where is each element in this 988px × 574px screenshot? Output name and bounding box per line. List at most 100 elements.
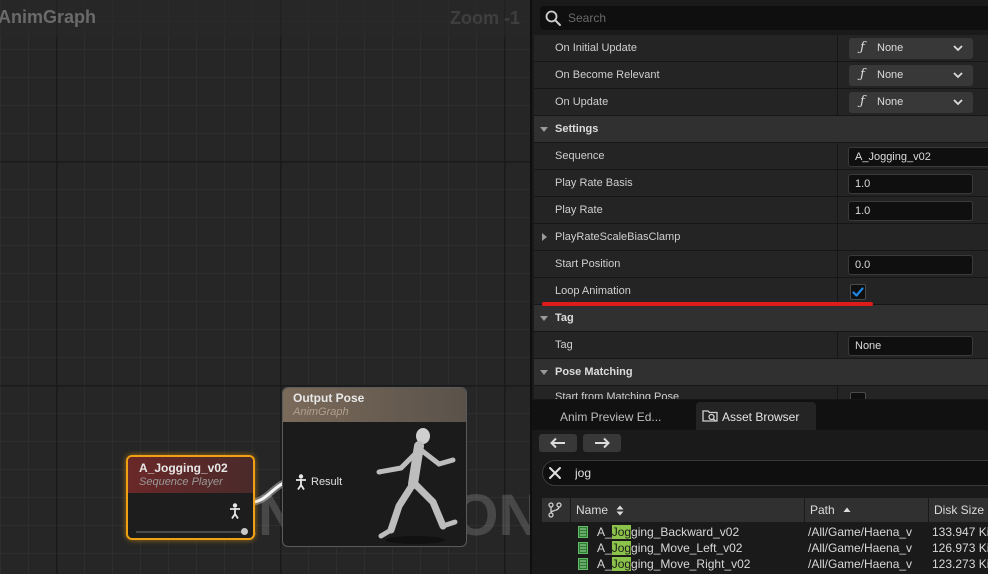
asset-row[interactable]: A_Jogging_Move_Left_v02 /All/Game/Haena_…	[542, 540, 988, 556]
column-type-toggle[interactable]	[542, 498, 568, 522]
result-pin-label: Result	[311, 476, 343, 488]
asset-filter-input[interactable]	[575, 465, 955, 481]
play-rate-field[interactable]: 1.0	[848, 201, 973, 221]
on-initial-update-dropdown[interactable]: ƒ None	[849, 38, 973, 59]
row-sequence: Sequence A_Jogging_v02	[534, 143, 988, 170]
play-rate-basis-field[interactable]: 1.0	[848, 174, 973, 194]
asset-name: A_Jogging_Backward_v02	[597, 525, 740, 539]
row-label: Start from Matching Pose	[555, 391, 680, 400]
output-node-header: Output Pose AnimGraph	[283, 388, 466, 422]
anim-graph-canvas[interactable]: AnimGraph Zoom -1 ANIMATION A_Jogging_v0…	[0, 0, 530, 574]
mannequin-icon	[376, 428, 458, 544]
asset-table-header: Name Path Disk Size	[542, 498, 988, 522]
column-divider[interactable]	[837, 332, 838, 359]
sequence-node-header: A_Jogging_v02 Sequence Player	[128, 457, 253, 493]
output-pose-node[interactable]: Output Pose AnimGraph Result	[282, 387, 467, 547]
back-button[interactable]	[539, 434, 577, 452]
row-play-rate-basis: Play Rate Basis 1.0	[534, 170, 988, 197]
field-value: A_Jogging_v02	[855, 151, 931, 163]
chevron-down-icon	[953, 45, 963, 52]
sort-updown-icon	[616, 505, 624, 516]
sequence-progress-handle[interactable]	[241, 528, 248, 535]
clear-filter-icon[interactable]	[548, 466, 562, 480]
sequence-node-subtitle: Sequence Player	[139, 476, 223, 488]
collapse-caret-icon[interactable]	[540, 127, 548, 132]
tab-label: Anim Preview Ed...	[560, 410, 662, 424]
asset-disk-size: 123.273 Ki	[932, 557, 988, 571]
details-panel: On Initial Update ƒ None On Become Relev…	[530, 0, 988, 400]
collapse-caret-icon[interactable]	[540, 370, 548, 375]
asset-filter[interactable]	[542, 460, 988, 486]
on-become-relevant-dropdown[interactable]: ƒ None	[849, 65, 973, 86]
function-icon: ƒ	[860, 67, 865, 82]
expand-caret-icon[interactable]	[542, 233, 547, 241]
asset-row[interactable]: A_Jogging_Move_Right_v02 /All/Game/Haena…	[542, 556, 988, 572]
tab-asset-browser[interactable]: Asset Browser ×	[696, 402, 816, 430]
column-divider[interactable]	[837, 35, 838, 62]
loop-animation-checkbox[interactable]	[850, 284, 866, 300]
column-divider[interactable]	[837, 170, 838, 197]
column-divider[interactable]	[837, 197, 838, 224]
column-divider[interactable]	[837, 251, 838, 278]
details-search[interactable]	[540, 6, 988, 30]
search-match-highlight: Jog	[611, 525, 632, 539]
field-value: 0.0	[855, 259, 871, 271]
pose-output-pin-icon[interactable]	[229, 503, 241, 519]
section-label: Pose Matching	[555, 366, 633, 378]
dropdown-value: None	[877, 42, 904, 54]
column-divider[interactable]	[837, 143, 838, 170]
row-on-initial-update: On Initial Update ƒ None	[534, 35, 988, 62]
row-start-from-matching-pose: Start from Matching Pose	[534, 386, 988, 400]
dropdown-value: None	[877, 69, 904, 81]
tab-anim-preview-editor[interactable]: Anim Preview Ed...	[544, 402, 694, 430]
column-header-path[interactable]: Path	[804, 498, 928, 522]
details-search-input[interactable]	[568, 9, 968, 27]
column-divider[interactable]	[837, 278, 838, 305]
field-value: 1.0	[855, 205, 871, 217]
arrow-right-icon	[595, 437, 610, 449]
field-value: None	[855, 340, 882, 352]
row-play-rate-scale-bias-clamp[interactable]: PlayRateScaleBiasClamp	[534, 224, 988, 251]
highlight-underline	[542, 302, 873, 306]
function-icon: ƒ	[860, 40, 865, 55]
column-header-name[interactable]: Name	[570, 498, 802, 522]
branch-icon	[548, 502, 562, 518]
collapse-caret-icon[interactable]	[540, 316, 548, 321]
section-settings[interactable]: Settings	[534, 116, 988, 143]
column-header-disk-size[interactable]: Disk Size	[928, 498, 988, 522]
on-update-dropdown[interactable]: ƒ None	[849, 92, 973, 113]
column-divider[interactable]	[837, 62, 838, 89]
row-label: On Initial Update	[555, 42, 637, 54]
row-label: On Become Relevant	[555, 69, 660, 81]
result-input-pin-icon[interactable]	[295, 474, 307, 490]
chevron-down-icon	[953, 72, 963, 79]
asset-disk-size: 133.947 Ki	[932, 525, 988, 539]
output-node-subtitle: AnimGraph	[293, 406, 349, 418]
section-tag[interactable]: Tag	[534, 305, 988, 332]
section-pose-matching[interactable]: Pose Matching	[534, 359, 988, 386]
function-icon: ƒ	[860, 94, 865, 109]
tag-field[interactable]: None	[848, 336, 973, 356]
graph-header: AnimGraph Zoom -1	[0, 0, 530, 37]
asset-path: /All/Game/Haena_v	[808, 557, 913, 571]
asset-tab-bar: Anim Preview Ed... Asset Browser ×	[532, 400, 988, 430]
column-label: Name	[576, 503, 609, 517]
sequence-player-node[interactable]: A_Jogging_v02 Sequence Player	[126, 455, 255, 540]
row-label: Sequence	[555, 150, 605, 162]
asset-browser-icon	[702, 410, 718, 422]
forward-button[interactable]	[583, 434, 621, 452]
row-label: PlayRateScaleBiasClamp	[555, 231, 681, 243]
column-divider[interactable]	[837, 386, 838, 399]
asset-row[interactable]: A_Jogging_Backward_v02 /All/Game/Haena_v…	[542, 524, 988, 540]
sequence-field[interactable]: A_Jogging_v02	[848, 147, 988, 167]
start-position-field[interactable]: 0.0	[848, 255, 973, 275]
asset-path: /All/Game/Haena_v	[808, 525, 913, 539]
column-divider[interactable]	[837, 89, 838, 116]
dropdown-value: None	[877, 96, 904, 108]
start-from-matching-pose-checkbox[interactable]	[850, 392, 866, 399]
column-divider[interactable]	[837, 224, 838, 251]
chevron-down-icon	[953, 99, 963, 106]
asset-name: A_Jogging_Move_Left_v02	[597, 541, 743, 555]
graph-title: AnimGraph	[0, 7, 97, 27]
sequence-node-title: A_Jogging_v02	[139, 461, 228, 475]
